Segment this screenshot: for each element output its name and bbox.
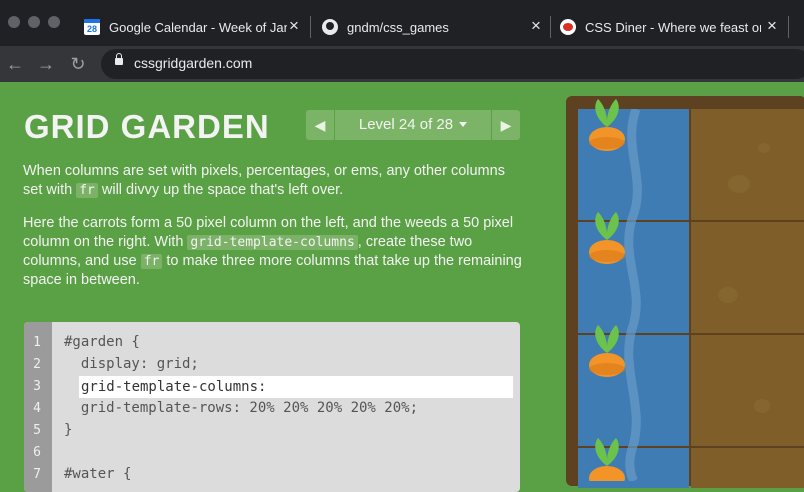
tab-separator	[310, 16, 311, 38]
previous-level-button[interactable]: ◀	[306, 110, 334, 140]
level-navigator: ◀ Level 24 of 28 ▶	[306, 110, 520, 140]
tab-separator	[788, 16, 789, 38]
code-line: #garden {	[64, 334, 140, 350]
soil-tile	[691, 448, 804, 488]
carrot-icon	[589, 325, 625, 377]
grid-garden-page: GRID GARDEN ◀ Level 24 of 28 ▶ When colu…	[0, 82, 804, 492]
line-number: 2	[33, 357, 41, 372]
forward-arrow-icon[interactable]: →	[34, 52, 58, 76]
caret-down-icon	[459, 122, 468, 127]
css-diner-icon	[560, 19, 576, 35]
google-calendar-icon: 28	[84, 19, 100, 35]
instructions: When columns are set with pixels, percen…	[23, 162, 523, 304]
code-line: display: grid;	[64, 356, 199, 372]
code-line: #water {	[64, 466, 132, 482]
address-bar[interactable]: cssgridgarden.com	[101, 49, 804, 79]
tab-title: Google Calendar - Week of Jan	[109, 19, 287, 35]
inline-code: grid-template-columns	[187, 235, 358, 250]
back-arrow-icon[interactable]: ←	[3, 52, 27, 76]
inline-code: fr	[76, 183, 98, 198]
code-line: grid-template-rows: 20% 20% 20% 20% 20%;	[64, 400, 419, 416]
window-minimize-dot[interactable]	[28, 16, 40, 28]
window-close-dot[interactable]	[8, 16, 20, 28]
browser-tab-bar: 28 Google Calendar - Week of Jan × gndm/…	[0, 0, 804, 46]
css-editor: 1 2 3 4 5 6 7 #garden { display: grid; g…	[24, 322, 520, 492]
tab-google-calendar[interactable]: 28 Google Calendar - Week of Jan ×	[84, 8, 306, 46]
tab-css-diner[interactable]: CSS Diner - Where we feast on ×	[560, 8, 784, 46]
window-zoom-dot[interactable]	[48, 16, 60, 28]
github-icon	[322, 19, 338, 35]
soil-pebble	[718, 287, 738, 303]
carrot-icon	[589, 212, 625, 264]
water-wave-icon	[624, 109, 642, 481]
tab-title: gndm/css_games	[347, 19, 449, 35]
page-title: GRID GARDEN	[24, 108, 270, 145]
soil-pebble	[754, 399, 770, 413]
soil-pebble	[758, 143, 770, 153]
carrot-icon	[589, 99, 625, 151]
lock-icon	[115, 53, 123, 65]
soil-pebble	[728, 175, 750, 193]
tab-github-css-games[interactable]: gndm/css_games ×	[322, 8, 548, 46]
line-number: 6	[33, 445, 41, 460]
grid-template-columns-input[interactable]	[79, 376, 513, 398]
line-number: 4	[33, 401, 41, 416]
tab-close-icon[interactable]: ×	[764, 17, 780, 34]
tab-close-icon[interactable]: ×	[528, 17, 544, 34]
line-number: 3	[33, 379, 41, 394]
next-level-button[interactable]: ▶	[492, 110, 520, 140]
browser-toolbar: ← → ↻ cssgridgarden.com	[0, 46, 804, 82]
soil-tile	[691, 109, 804, 220]
url-text: cssgridgarden.com	[134, 55, 253, 71]
reload-icon[interactable]: ↻	[66, 52, 90, 76]
soil-tile	[691, 335, 804, 446]
line-number: 7	[33, 467, 41, 482]
line-number: 5	[33, 423, 41, 438]
tab-close-icon[interactable]: ×	[286, 17, 302, 34]
code-line: }	[64, 422, 73, 438]
instruction-paragraph: Here the carrots form a 50 pixel column …	[23, 215, 522, 288]
garden-board	[578, 99, 804, 488]
soil-tile	[691, 222, 804, 333]
tab-separator	[550, 16, 551, 38]
line-number: 1	[33, 335, 41, 350]
inline-code: fr	[140, 254, 163, 269]
tab-title: CSS Diner - Where we feast on	[585, 19, 761, 35]
carrot-icon	[589, 438, 625, 481]
instruction-paragraph: When columns are set with pixels, percen…	[23, 163, 505, 198]
level-select-button[interactable]: Level 24 of 28	[335, 110, 491, 140]
level-label: Level 24 of 28	[358, 116, 454, 133]
